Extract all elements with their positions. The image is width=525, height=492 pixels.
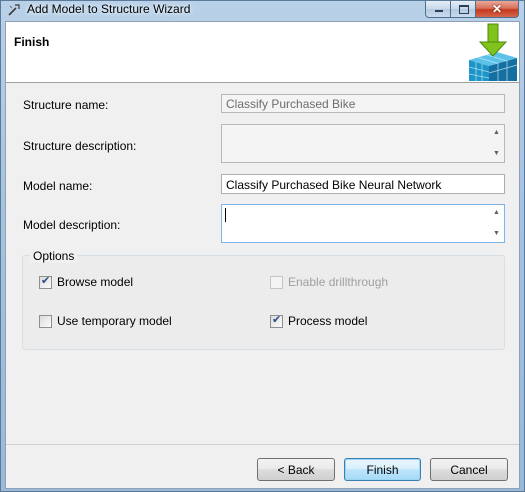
close-icon: ✕: [491, 2, 503, 16]
structure-name-label: Structure name:: [23, 98, 109, 112]
use-temporary-model-checkbox[interactable]: Use temporary model: [39, 314, 172, 328]
structure-name-field: Classify Purchased Bike: [221, 94, 505, 113]
window-title: Add Model to Structure Wizard: [27, 2, 191, 16]
maximize-button[interactable]: [451, 1, 476, 18]
enable-drillthrough-label: Enable drillthrough: [288, 275, 389, 289]
model-description-scrollbar[interactable]: ▲ ▼: [489, 205, 504, 242]
cancel-button[interactable]: Cancel: [430, 458, 508, 481]
model-name-input[interactable]: Classify Purchased Bike Neural Network: [221, 174, 505, 194]
checkbox-unchecked-icon[interactable]: [39, 314, 52, 328]
minimize-icon: [435, 10, 443, 12]
checkbox-checked-icon[interactable]: [270, 313, 283, 328]
process-model-checkbox[interactable]: Process model: [270, 313, 368, 328]
text-caret: [225, 208, 226, 222]
wizard-client-area: Finish Structure name: Classify Purchase…: [5, 21, 520, 489]
scroll-up-icon[interactable]: ▲: [489, 207, 504, 219]
title-bar[interactable]: Add Model to Structure Wizard ✕: [1, 1, 524, 21]
wizard-window: Add Model to Structure Wizard ✕ Finish S…: [0, 0, 525, 492]
browse-model-checkbox[interactable]: Browse model: [39, 274, 134, 289]
structure-description-label: Structure description:: [23, 139, 137, 153]
wizard-header: Finish: [6, 22, 519, 83]
options-group: [22, 255, 505, 350]
checkbox-checked-icon[interactable]: [39, 274, 52, 289]
finish-button[interactable]: Finish: [344, 458, 421, 481]
footer-divider: [6, 444, 519, 445]
structure-description-scrollbar: ▲ ▼: [489, 125, 504, 162]
structure-description-field: ▲ ▼: [221, 124, 505, 163]
page-title: Finish: [14, 35, 50, 49]
options-group-title: Options: [30, 249, 78, 263]
model-description-label: Model description:: [23, 218, 121, 232]
maximize-icon: [459, 5, 469, 14]
scroll-up-icon: ▲: [493, 129, 500, 136]
checkbox-unchecked-icon: [270, 275, 283, 289]
scroll-down-icon: ▼: [493, 150, 500, 157]
close-button[interactable]: ✕: [476, 1, 519, 18]
browse-model-label: Browse model: [57, 275, 134, 289]
caption-buttons: ✕: [425, 1, 519, 19]
process-model-label: Process model: [288, 314, 368, 328]
mining-structure-graphic-icon: [468, 23, 518, 81]
wizard-icon: [8, 4, 20, 16]
scroll-down-icon[interactable]: ▼: [489, 228, 504, 240]
minimize-button[interactable]: [425, 1, 451, 18]
back-button[interactable]: < Back: [257, 458, 335, 481]
enable-drillthrough-checkbox: Enable drillthrough: [270, 275, 388, 289]
model-name-label: Model name:: [23, 179, 93, 193]
use-temporary-model-label: Use temporary model: [57, 314, 172, 328]
model-description-input[interactable]: ▲ ▼: [221, 204, 505, 243]
